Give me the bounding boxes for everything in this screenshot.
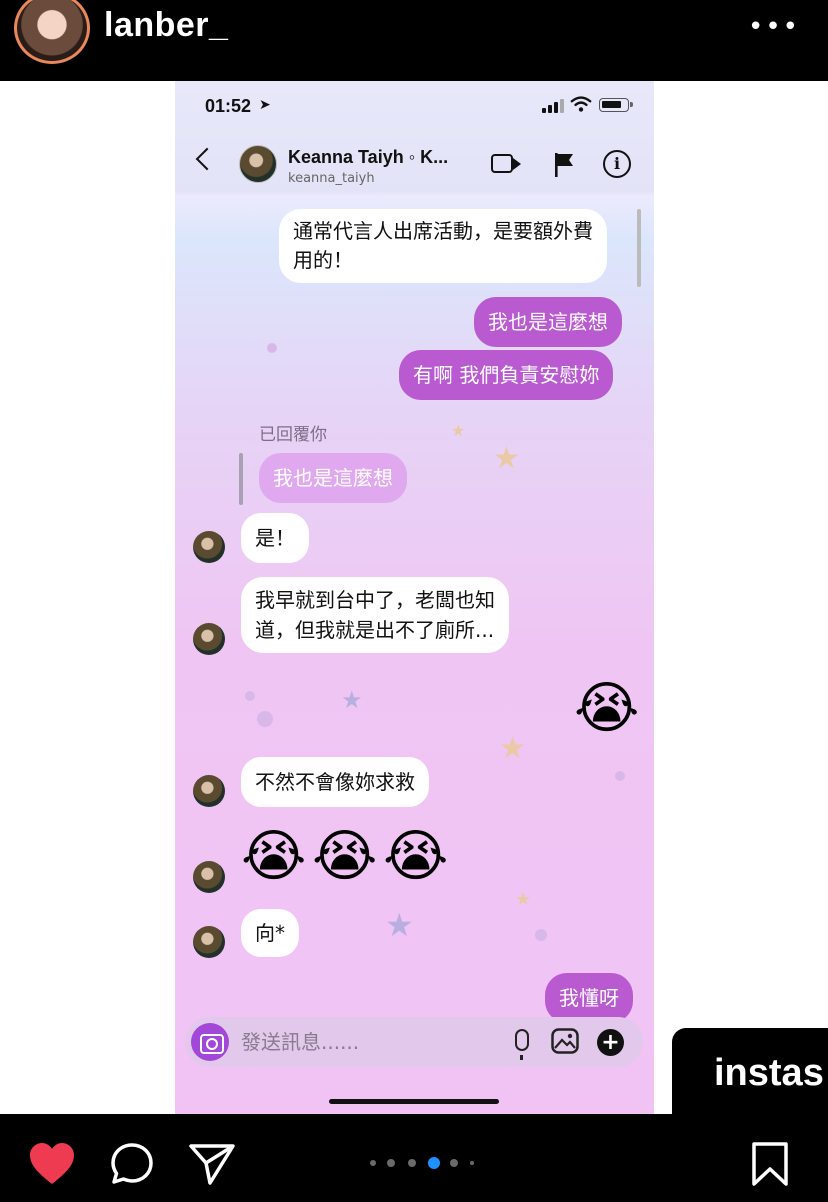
status-time: 01:52 xyxy=(205,96,252,116)
reply-quote-bar xyxy=(239,453,243,505)
contact-avatar[interactable] xyxy=(239,145,277,183)
message-outgoing-text[interactable]: 我懂呀 xyxy=(545,973,633,1023)
reply-quoted-message[interactable]: 我也是這麼想 xyxy=(259,453,407,503)
page-dot xyxy=(408,1159,416,1167)
page-dot xyxy=(387,1159,395,1167)
sender-avatar[interactable] xyxy=(193,531,225,563)
message-composer: + xyxy=(185,1017,643,1067)
page-dot-active xyxy=(428,1157,440,1169)
loudly-crying-emoji[interactable]: 😭 xyxy=(241,826,306,888)
home-indicator xyxy=(329,1099,499,1104)
star-sticker-icon: ★ xyxy=(499,731,526,766)
sender-avatar[interactable] xyxy=(193,623,225,655)
cellular-signal-icon xyxy=(542,99,564,113)
contact-name[interactable]: Keanna Taiyh ◦ K... xyxy=(288,147,448,168)
background-dot xyxy=(535,929,547,941)
star-sticker-icon: ★ xyxy=(451,421,466,440)
watermark-text: instas xyxy=(714,1052,824,1094)
background-dot xyxy=(245,691,255,701)
battery-icon xyxy=(599,98,633,112)
heart-icon[interactable] xyxy=(28,1142,76,1186)
scroll-indicator[interactable] xyxy=(637,209,641,287)
message-outgoing-text[interactable]: 我也是這麼想 xyxy=(474,297,622,347)
story-user-avatar[interactable] xyxy=(14,0,90,64)
send-icon[interactable] xyxy=(188,1142,236,1186)
chat-header: Keanna Taiyh ◦ K... keanna_taiyh i xyxy=(175,129,654,197)
background-dot xyxy=(257,711,273,727)
loudly-crying-emoji[interactable]: 😭 xyxy=(312,826,377,888)
comment-icon[interactable] xyxy=(110,1142,154,1186)
message-incoming-text[interactable]: 不然不會像妳求救 xyxy=(241,757,429,807)
message-line: 道，但我就是出不了廁所... xyxy=(255,618,495,642)
status-bar: 01:52 ➤ xyxy=(175,81,654,129)
video-call-icon[interactable] xyxy=(491,154,513,173)
star-sticker-icon: ★ xyxy=(341,686,363,714)
back-arrow-icon[interactable] xyxy=(195,147,219,171)
message-incoming-text[interactable]: 我早就到台中了，老闆也知 道，但我就是出不了廁所... xyxy=(241,577,509,653)
page-dot xyxy=(450,1159,458,1167)
loudly-crying-emoji[interactable]: 😭 xyxy=(574,678,639,740)
sender-avatar[interactable] xyxy=(193,861,225,893)
camera-icon[interactable] xyxy=(191,1023,229,1061)
message-incoming-text[interactable]: 向* xyxy=(241,909,299,957)
gallery-icon[interactable] xyxy=(551,1028,579,1054)
dm-screenshot: ★ ★ ★ ★ ★ ★ 01:52 ➤ Keanna Taiyh ◦ K... … xyxy=(175,81,654,1114)
more-options-icon[interactable]: ••• xyxy=(748,12,800,42)
star-sticker-icon: ★ xyxy=(385,906,414,944)
contact-handle: keanna_taiyh xyxy=(288,171,375,186)
loudly-crying-emoji[interactable]: 😭 xyxy=(383,826,448,888)
watermark: instas xyxy=(672,1028,828,1114)
page-dot xyxy=(470,1161,474,1165)
info-icon[interactable]: i xyxy=(603,150,631,178)
sender-avatar[interactable] xyxy=(193,926,225,958)
message-incoming-text[interactable]: 是！ xyxy=(241,513,309,563)
message-line: 通常代言人出席活動，是要額外費 xyxy=(293,219,593,243)
wifi-icon xyxy=(570,96,592,112)
background-dot xyxy=(615,771,625,781)
add-icon[interactable]: + xyxy=(597,1029,624,1056)
message-line: 用的！ xyxy=(293,248,353,272)
message-line: 我早就到台中了，老闆也知 xyxy=(255,588,495,612)
story-username[interactable]: lanber_ xyxy=(104,6,228,45)
story-action-bar xyxy=(0,1114,828,1202)
bookmark-icon[interactable] xyxy=(750,1142,790,1186)
microphone-icon[interactable] xyxy=(515,1029,529,1060)
story-page-indicator xyxy=(370,1157,480,1169)
story-header: lanber_ ••• xyxy=(0,0,828,81)
flag-icon[interactable] xyxy=(553,152,575,178)
reply-label: 已回覆你 xyxy=(259,425,327,445)
star-sticker-icon: ★ xyxy=(493,441,520,476)
page-dot xyxy=(370,1160,376,1166)
background-dot xyxy=(267,343,277,353)
message-outgoing-text[interactable]: 有啊 我們負責安慰妳 xyxy=(399,350,614,400)
message-input[interactable] xyxy=(241,1027,491,1057)
message-incoming-text[interactable]: 通常代言人出席活動，是要額外費 用的！ xyxy=(279,209,607,283)
sender-avatar[interactable] xyxy=(193,775,225,807)
star-sticker-icon: ★ xyxy=(515,889,532,910)
location-arrow-icon: ➤ xyxy=(259,97,271,113)
